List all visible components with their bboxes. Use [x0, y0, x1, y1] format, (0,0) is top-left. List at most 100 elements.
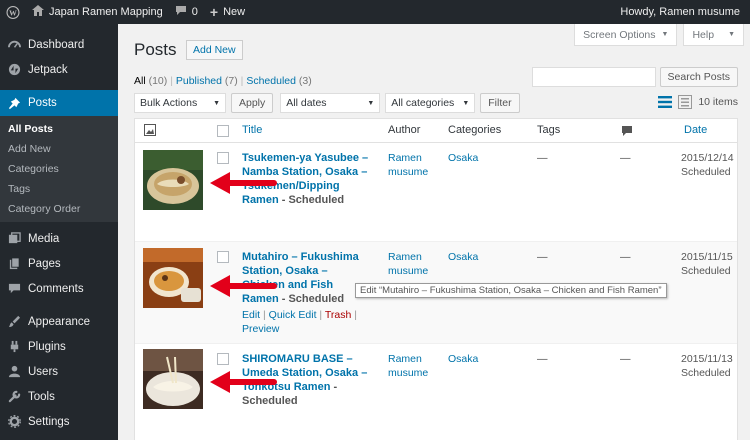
sidebar-item-label: Pages	[28, 257, 61, 270]
author-link[interactable]: Ramen musume	[388, 352, 438, 380]
row-checkbox[interactable]	[217, 152, 229, 164]
page-title: Posts	[134, 40, 177, 59]
category-link[interactable]: Osaka	[448, 250, 478, 264]
sidebar-item-appearance[interactable]: Appearance	[0, 309, 118, 334]
view-scheduled[interactable]: Scheduled (3)	[246, 75, 311, 87]
sidebar-item-users[interactable]: Users	[0, 359, 118, 384]
sidebar-item-label: Users	[28, 365, 59, 378]
help-button[interactable]: Help ▼	[683, 24, 744, 46]
sidebar-item-posts[interactable]: Posts	[0, 90, 118, 116]
comments-icon	[7, 282, 21, 296]
tags-value: —	[537, 353, 548, 365]
row-checkbox[interactable]	[217, 353, 229, 365]
sidebar-item-label: Settings	[28, 415, 70, 428]
submenu-tags[interactable]: Tags	[0, 179, 118, 199]
help-label: Help	[692, 28, 715, 41]
comments-link[interactable]: 0	[169, 0, 204, 24]
quick-edit-link[interactable]: Quick Edit	[269, 309, 317, 321]
column-date[interactable]: Date	[684, 124, 707, 136]
sidebar-item-label: Media	[28, 232, 60, 245]
comments-value: —	[620, 152, 631, 164]
sidebar-item-label: Comments	[28, 282, 84, 295]
select-all-checkbox[interactable]	[217, 125, 229, 137]
site-name-link[interactable]: Japan Ramen Mapping	[26, 0, 169, 24]
appearance-icon	[7, 315, 21, 329]
plugins-icon	[7, 340, 21, 354]
search-input[interactable]	[531, 67, 656, 87]
comments-column-icon[interactable]	[621, 125, 633, 140]
tools-icon	[7, 390, 21, 404]
edit-link[interactable]: Edit	[242, 309, 260, 321]
caret-down-icon: ▼	[661, 31, 669, 38]
author-link[interactable]: Ramen musume	[388, 250, 438, 278]
apply-button[interactable]: Apply	[231, 93, 274, 113]
categories-select[interactable]: All categories ▼	[385, 93, 476, 113]
title-tooltip: Edit “Mutahiro – Fukushima Station, Osak…	[355, 283, 667, 298]
items-count: 10 items	[698, 96, 738, 108]
column-title[interactable]: Title	[242, 124, 262, 136]
dates-select[interactable]: All dates ▼	[280, 93, 381, 113]
plus-icon: +	[209, 4, 219, 20]
red-arrow-icon	[210, 371, 277, 393]
screen-meta-links: Screen Options ▼ Help ▼	[574, 24, 744, 46]
column-author: Author	[388, 124, 421, 136]
view-all[interactable]: All (10)	[134, 75, 167, 87]
sidebar-item-comments[interactable]: Comments	[0, 276, 118, 301]
categories-value: All categories	[391, 97, 455, 109]
bulk-actions-select[interactable]: Bulk Actions ▼	[134, 93, 226, 113]
sidebar-item-dashboard[interactable]: Dashboard	[0, 32, 118, 57]
pin-icon	[7, 96, 21, 110]
view-switch: 10 items	[658, 95, 738, 109]
view-count: (7)	[224, 75, 238, 87]
new-content-link[interactable]: + New	[204, 0, 251, 24]
submenu-all-posts[interactable]: All Posts	[0, 119, 118, 139]
row-checkbox[interactable]	[217, 251, 229, 263]
sidebar-item-tools[interactable]: Tools	[0, 384, 118, 409]
post-thumbnail[interactable]	[143, 150, 203, 210]
view-label: All	[134, 75, 146, 87]
wordpress-logo-icon[interactable]: W	[0, 0, 26, 24]
excerpt-view-icon[interactable]	[678, 95, 693, 109]
category-link[interactable]: Osaka	[448, 352, 478, 366]
view-label: Published	[175, 75, 222, 87]
post-status: Scheduled	[681, 367, 731, 379]
author-link[interactable]: Ramen musume	[388, 151, 438, 179]
list-view-icon[interactable]	[658, 95, 673, 109]
sidebar-item-pages[interactable]: Pages	[0, 251, 118, 276]
account-menu[interactable]: Howdy, Ramen musume	[614, 0, 750, 24]
bulk-actions-value: Bulk Actions	[140, 97, 198, 109]
search-posts-button[interactable]: Search Posts	[659, 67, 738, 87]
posts-submenu: All Posts Add New Categories Tags Catego…	[0, 116, 118, 222]
post-thumbnail[interactable]	[143, 248, 203, 308]
jetpack-icon	[7, 63, 21, 77]
add-new-button[interactable]: Add New	[186, 40, 243, 60]
post-date: 2015/11/15	[681, 251, 733, 263]
view-published[interactable]: Published (7)	[176, 75, 238, 87]
featured-image-column-icon	[144, 124, 156, 139]
filter-button[interactable]: Filter	[480, 93, 520, 113]
sidebar-item-jetpack[interactable]: Jetpack	[0, 57, 118, 82]
site-name: Japan Ramen Mapping	[49, 6, 163, 18]
sidebar-item-plugins[interactable]: Plugins	[0, 334, 118, 359]
admin-bar: W Japan Ramen Mapping 0 + New Howdy, Ram…	[0, 0, 750, 24]
howdy-text: Howdy, Ramen musume	[620, 6, 740, 18]
submenu-categories[interactable]: Categories	[0, 159, 118, 179]
submenu-add-new[interactable]: Add New	[0, 139, 118, 159]
sidebar-item-settings[interactable]: Settings	[0, 409, 118, 434]
row-actions: Edit | Quick Edit | Trash | Preview	[242, 309, 357, 335]
post-status: Scheduled	[681, 166, 731, 178]
submenu-category-order[interactable]: Category Order	[0, 199, 118, 219]
screen-options-button[interactable]: Screen Options ▼	[574, 24, 678, 46]
dashboard-icon	[7, 38, 21, 52]
post-date: 2015/11/13	[681, 353, 733, 365]
post-thumbnail[interactable]	[143, 349, 203, 409]
category-link[interactable]: Osaka	[448, 151, 478, 165]
preview-link[interactable]: Preview	[242, 323, 279, 335]
users-icon	[7, 365, 21, 379]
sidebar-item-label: Posts	[28, 97, 57, 109]
view-label: Scheduled	[246, 75, 296, 87]
sidebar-item-media[interactable]: Media	[0, 226, 118, 251]
media-icon	[7, 232, 21, 246]
trash-link[interactable]: Trash	[325, 309, 351, 321]
post-status: Scheduled	[681, 265, 731, 277]
